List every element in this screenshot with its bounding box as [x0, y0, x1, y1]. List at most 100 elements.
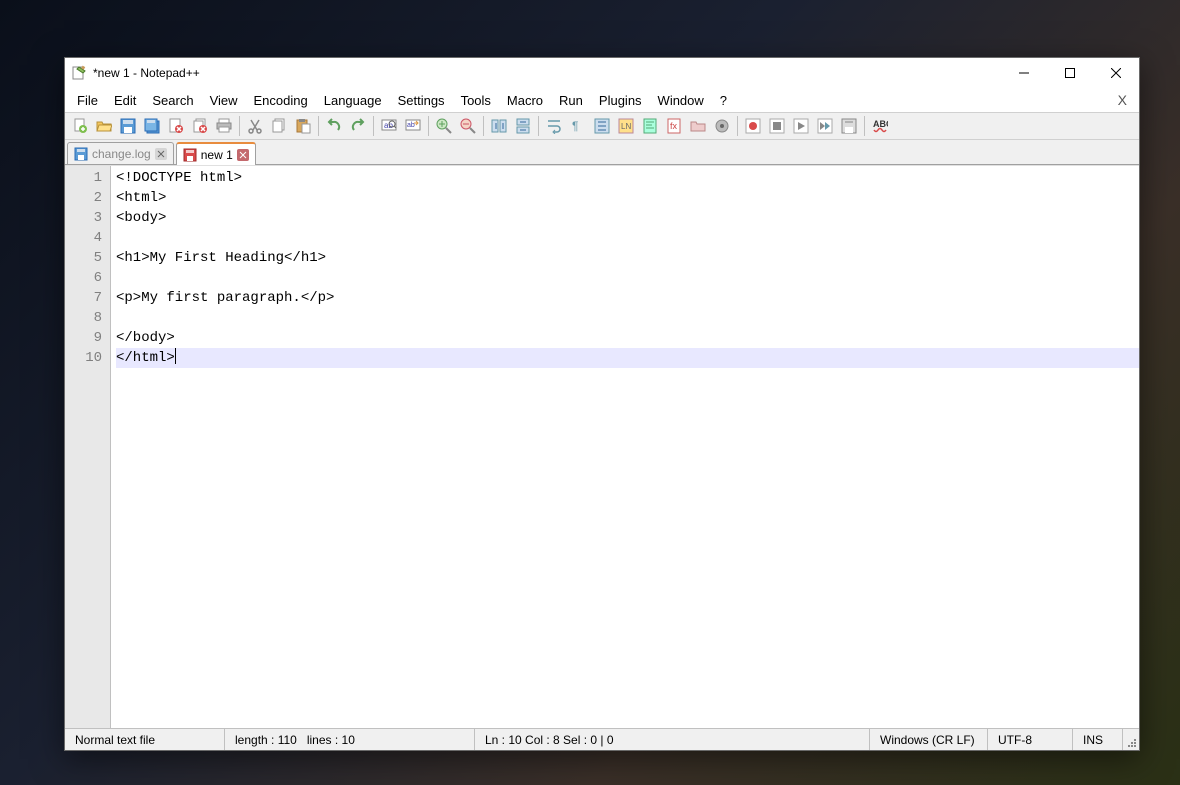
menu-run[interactable]: Run — [551, 91, 591, 110]
text-caret — [175, 348, 176, 364]
menu-help[interactable]: ? — [712, 91, 735, 110]
doc-map-icon[interactable] — [639, 115, 661, 137]
menu-settings[interactable]: Settings — [390, 91, 453, 110]
code-line[interactable]: <body> — [116, 208, 1139, 228]
play-icon[interactable] — [790, 115, 812, 137]
tab-new-1[interactable]: new 1 — [176, 142, 256, 165]
status-encoding: UTF-8 — [988, 729, 1073, 750]
replace-icon[interactable]: ab — [402, 115, 424, 137]
show-all-icon[interactable]: ¶ — [567, 115, 589, 137]
minimize-button[interactable] — [1001, 58, 1047, 88]
code-line[interactable]: </body> — [116, 328, 1139, 348]
menu-window[interactable]: Window — [650, 91, 712, 110]
save-macro-icon[interactable] — [838, 115, 860, 137]
undo-icon[interactable] — [323, 115, 345, 137]
maximize-button[interactable] — [1047, 58, 1093, 88]
monitor-icon[interactable] — [711, 115, 733, 137]
svg-text:ABC: ABC — [873, 119, 888, 129]
zoom-in-icon[interactable] — [433, 115, 455, 137]
new-file-icon[interactable] — [69, 115, 91, 137]
code-line[interactable] — [116, 268, 1139, 288]
code-editor[interactable]: <!DOCTYPE html><html><body> <h1>My First … — [111, 166, 1139, 728]
code-line[interactable] — [116, 228, 1139, 248]
toolbar-separator — [538, 116, 539, 136]
svg-text:ab: ab — [384, 121, 393, 130]
line-number: 1 — [65, 168, 102, 188]
code-line[interactable]: <h1>My First Heading</h1> — [116, 248, 1139, 268]
status-filetype: Normal text file — [65, 729, 225, 750]
wrap-icon[interactable] — [543, 115, 565, 137]
menu-view[interactable]: View — [202, 91, 246, 110]
spellcheck-icon[interactable]: ABC — [869, 115, 891, 137]
play-multi-icon[interactable] — [814, 115, 836, 137]
editor-area: 12345678910 <!DOCTYPE html><html><body><… — [65, 165, 1139, 728]
folder-icon[interactable] — [687, 115, 709, 137]
cut-icon[interactable] — [244, 115, 266, 137]
line-number: 3 — [65, 208, 102, 228]
sync-h-icon[interactable] — [512, 115, 534, 137]
close-window-button[interactable] — [1093, 58, 1139, 88]
line-number: 4 — [65, 228, 102, 248]
redo-icon[interactable] — [347, 115, 369, 137]
toolbar-separator — [428, 116, 429, 136]
statusbar: Normal text file length : 110 lines : 10… — [65, 728, 1139, 750]
line-number-gutter: 12345678910 — [65, 166, 111, 728]
code-line[interactable] — [116, 308, 1139, 328]
line-number: 2 — [65, 188, 102, 208]
menu-plugins[interactable]: Plugins — [591, 91, 650, 110]
indent-guide-icon[interactable] — [591, 115, 613, 137]
menu-macro[interactable]: Macro — [499, 91, 551, 110]
close-icon-btn[interactable] — [165, 115, 187, 137]
status-position: Ln : 10 Col : 8 Sel : 0 | 0 — [475, 729, 870, 750]
toolbar-separator — [373, 116, 374, 136]
code-line[interactable]: <p>My first paragraph.</p> — [116, 288, 1139, 308]
tab-close-icon[interactable] — [155, 148, 167, 160]
window-title: *new 1 - Notepad++ — [93, 66, 1001, 80]
menu-file[interactable]: File — [69, 91, 106, 110]
func-list-icon[interactable]: fx — [663, 115, 685, 137]
svg-text:fx: fx — [670, 121, 678, 131]
menu-edit[interactable]: Edit — [106, 91, 144, 110]
line-number: 10 — [65, 348, 102, 368]
resize-grip[interactable] — [1123, 729, 1139, 750]
sync-v-icon[interactable] — [488, 115, 510, 137]
menu-search[interactable]: Search — [144, 91, 201, 110]
status-length-lines: length : 110 lines : 10 — [225, 729, 475, 750]
print-icon[interactable] — [213, 115, 235, 137]
tabbar: change.log new 1 — [65, 140, 1139, 165]
paste-icon[interactable] — [292, 115, 314, 137]
menu-encoding[interactable]: Encoding — [246, 91, 316, 110]
find-icon[interactable]: ab — [378, 115, 400, 137]
code-line[interactable]: <html> — [116, 188, 1139, 208]
line-number: 7 — [65, 288, 102, 308]
code-line[interactable]: </html> — [116, 348, 1139, 368]
udl-icon[interactable]: LN — [615, 115, 637, 137]
menu-language[interactable]: Language — [316, 91, 390, 110]
tab-label: new 1 — [201, 148, 233, 162]
svg-text:ab: ab — [407, 122, 415, 129]
disk-modified-icon — [183, 148, 197, 162]
toolbar-separator — [318, 116, 319, 136]
tab-change-log[interactable]: change.log — [67, 142, 174, 164]
svg-text:¶: ¶ — [572, 119, 578, 133]
menubar-close-button[interactable]: X — [1110, 92, 1135, 108]
tab-close-icon[interactable] — [237, 149, 249, 161]
stop-icon[interactable] — [766, 115, 788, 137]
line-number: 8 — [65, 308, 102, 328]
save-all-icon[interactable] — [141, 115, 163, 137]
save-icon[interactable] — [117, 115, 139, 137]
record-icon[interactable] — [742, 115, 764, 137]
toolbar-separator — [483, 116, 484, 136]
line-number: 9 — [65, 328, 102, 348]
zoom-out-icon[interactable] — [457, 115, 479, 137]
titlebar[interactable]: *new 1 - Notepad++ — [65, 58, 1139, 88]
close-all-icon[interactable] — [189, 115, 211, 137]
toolbar-separator — [239, 116, 240, 136]
toolbar-separator — [864, 116, 865, 136]
open-file-icon[interactable] — [93, 115, 115, 137]
code-line[interactable]: <!DOCTYPE html> — [116, 168, 1139, 188]
copy-icon[interactable] — [268, 115, 290, 137]
toolbar-separator — [737, 116, 738, 136]
svg-text:LN: LN — [621, 122, 631, 131]
menu-tools[interactable]: Tools — [453, 91, 499, 110]
